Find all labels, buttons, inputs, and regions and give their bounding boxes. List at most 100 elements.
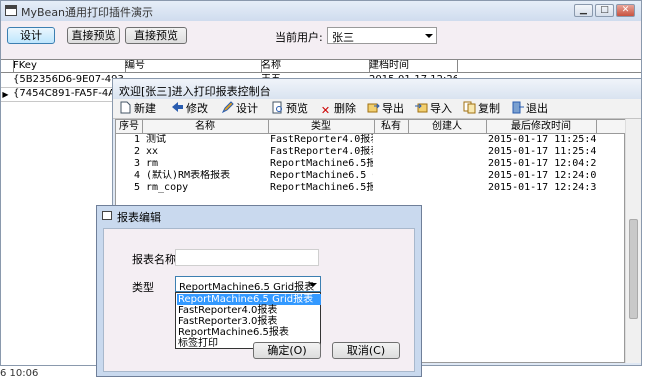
cell-modified: 2015-01-17 12:24:0 (488, 170, 596, 181)
cancel-button[interactable]: 取消(C) (332, 342, 400, 359)
cell-name: 测试 (146, 134, 166, 145)
delete-button[interactable]: ✕ 删除 (319, 101, 356, 117)
current-user-select[interactable]: 张三 (327, 27, 437, 44)
cell-type: FastReporter4.0报表 (270, 134, 373, 145)
app-window-icon (5, 5, 17, 16)
dropdown-option[interactable]: ReportMachine6.5报表 (177, 327, 321, 338)
row-indicator: ▶ (2, 90, 9, 99)
delete-icon: ✕ (320, 104, 331, 117)
current-user-label: 当前用户: (275, 31, 323, 44)
export-icon (367, 103, 380, 113)
ok-button[interactable]: 确定(O) (253, 342, 321, 359)
cell-no: 3 (133, 158, 140, 169)
grid-header-time[interactable]: 建档时间 (367, 60, 458, 73)
cell-type: ReportMachine6.5 Gri (270, 170, 373, 181)
dropdown-option[interactable]: FastReporter3.0报表 (177, 316, 321, 327)
direct-preview-button-2[interactable]: 直接预览 (125, 27, 187, 44)
row-fkey: {7454C891-FA5F-4A6C-87E8 (13, 88, 125, 99)
report-list-header: 序号 名称 类型 私有 创建人 最后修改时间 (116, 120, 625, 134)
report-console-title-bar: 欢迎[张三]进入打印报表控制台 (113, 79, 641, 99)
report-edit-dialog: 报表编辑 报表名称 类型 ReportMachine6.5 Grid报表 Rep… (96, 205, 422, 377)
cell-no: 4 (133, 170, 140, 181)
table-row[interactable]: 4 (默认)RM表格报表 ReportMachine6.5 Gri 2015-0… (116, 170, 625, 182)
dialog-body: 报表名称 类型 ReportMachine6.5 Grid报表 ReportMa… (103, 228, 415, 372)
exit-door-icon (512, 101, 524, 114)
design-tool-button[interactable]: 设计 (221, 101, 258, 117)
report-name-label: 报表名称 (132, 253, 176, 266)
main-window-title: MyBean通用打印插件演示 (21, 6, 154, 19)
close-icon[interactable]: ✕ (616, 4, 635, 17)
col-header-modified[interactable]: 最后修改时间 (486, 120, 597, 134)
row-indicator (1, 74, 10, 88)
export-button[interactable]: 导出 (367, 101, 404, 117)
design-pencil-icon (221, 101, 234, 114)
report-name-input[interactable] (175, 249, 319, 266)
edit-button-label: 修改 (186, 102, 208, 115)
table-row[interactable]: 1 测试 FastReporter4.0报表 2015-01-17 11:25:… (116, 134, 625, 146)
export-button-label: 导出 (382, 102, 404, 115)
preview-button-label: 预览 (286, 102, 308, 115)
cell-modified: 2015-01-17 12:04:2 (488, 158, 596, 169)
type-label: 类型 (132, 281, 154, 294)
col-header-name[interactable]: 名称 (142, 120, 269, 134)
type-dropdown-list[interactable]: ReportMachine6.5 Grid报表 FastReporter4.0报… (175, 292, 321, 349)
cell-no: 5 (133, 182, 140, 193)
direct-preview-button[interactable]: 直接预览 (67, 27, 120, 44)
scrollbar-thumb[interactable] (629, 219, 638, 319)
copy-icon (463, 101, 476, 114)
grid-header-fkey[interactable]: FKey (11, 60, 126, 73)
cell-modified: 2015-01-17 11:25:4 (488, 146, 596, 157)
exit-button-label: 退出 (526, 102, 548, 115)
vertical-scrollbar[interactable] (625, 119, 641, 363)
col-header-type[interactable]: 类型 (268, 120, 375, 134)
cell-name: (默认)RM表格报表 (146, 170, 231, 181)
dialog-window-icon (102, 211, 112, 220)
status-text: 6 10:06 (0, 368, 39, 379)
main-toolbar: 设计 直接预览 直接预览 当前用户: 张三 (1, 21, 641, 61)
maximize-icon[interactable]: □ (595, 4, 614, 17)
report-console-title: 欢迎[张三]进入打印报表控制台 (119, 85, 271, 98)
col-header-private[interactable]: 私有 (374, 120, 409, 134)
col-header-creator[interactable]: 创建人 (408, 120, 487, 134)
dropdown-option[interactable]: ReportMachine6.5 Grid报表 (177, 294, 321, 305)
dropdown-option[interactable]: FastReporter4.0报表 (177, 305, 321, 316)
edit-button[interactable]: 修改 (171, 101, 208, 117)
import-icon (415, 103, 428, 113)
exit-button[interactable]: 退出 (511, 101, 548, 117)
cell-name: rm_copy (146, 182, 189, 193)
table-row[interactable]: 2 xx FastReporter4.0报表 2015-01-17 11:25:… (116, 146, 625, 158)
table-row[interactable]: 5 rm_copy ReportMachine6.5报表 2015-01-17 … (116, 182, 625, 194)
grid-header-code[interactable]: 编号 (123, 60, 262, 73)
report-console-toolbar: 新建 修改 设计 预览 ✕ 删除 导出 导入 复制 退出 (113, 99, 641, 119)
preview-button[interactable]: 预览 (271, 101, 308, 117)
cell-name: rm (146, 158, 159, 169)
dialog-title-bar: 报表编辑 (97, 206, 421, 226)
new-button[interactable]: 新建 (119, 101, 156, 117)
grid-header-name[interactable]: 名称 (259, 60, 370, 73)
dialog-title: 报表编辑 (117, 211, 161, 224)
import-button-label: 导入 (430, 102, 452, 115)
main-title-bar: MyBean通用打印插件演示 ▁ □ ✕ (1, 1, 641, 21)
chevron-down-icon (309, 283, 317, 287)
design-button[interactable]: 设计 (7, 27, 55, 44)
type-select-value: ReportMachine6.5 Grid报表 (179, 282, 315, 293)
import-button[interactable]: 导入 (415, 101, 452, 117)
new-document-icon (120, 101, 131, 114)
cell-name: xx (146, 146, 159, 157)
copy-button[interactable]: 复制 (463, 101, 500, 117)
row-fkey: {5B2356D6-9E07-493A-B6B4-8301 (13, 74, 125, 85)
edit-arrow-icon (172, 102, 183, 112)
cell-no: 1 (133, 134, 140, 145)
new-button-label: 新建 (134, 102, 156, 115)
cell-type: ReportMachine6.5报表 (270, 158, 373, 169)
minimize-icon[interactable]: ▁ (574, 4, 593, 17)
grid-header: FKey 编号 名称 建档时间 (1, 60, 641, 73)
cell-type: FastReporter4.0报表 (270, 146, 373, 157)
type-select[interactable]: ReportMachine6.5 Grid报表 (175, 276, 321, 293)
col-header-no[interactable]: 序号 (116, 120, 143, 134)
copy-button-label: 复制 (478, 102, 500, 115)
table-row[interactable]: 3 rm ReportMachine6.5报表 2015-01-17 12:04… (116, 158, 625, 170)
current-user-value: 张三 (332, 31, 354, 44)
delete-button-label: 删除 (334, 102, 356, 115)
design-tool-button-label: 设计 (236, 102, 258, 115)
